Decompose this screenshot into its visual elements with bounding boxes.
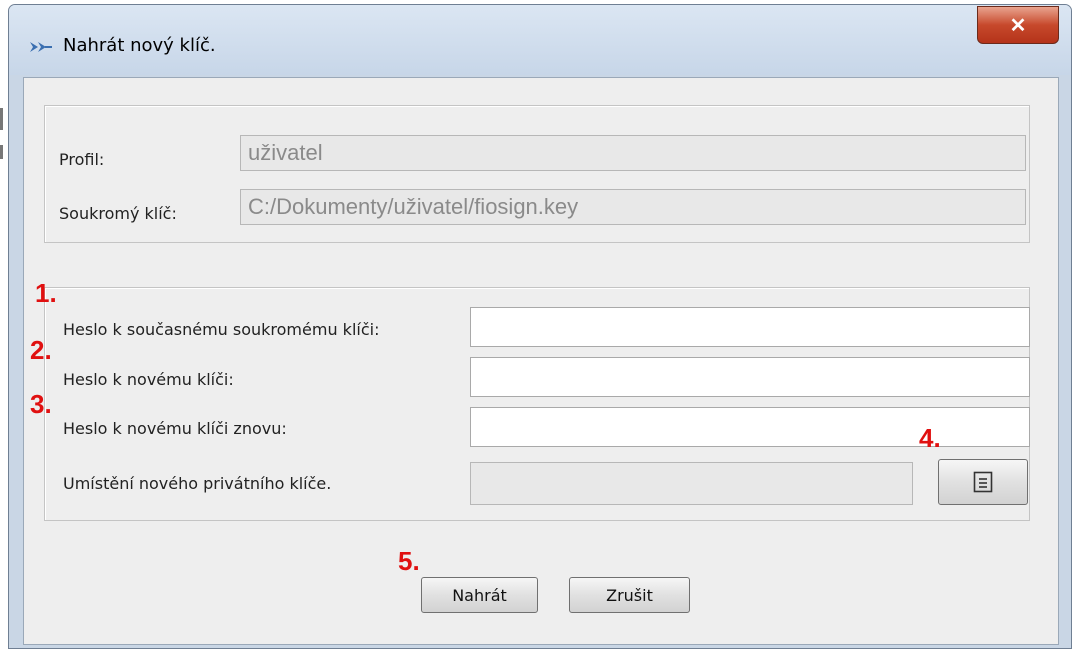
cancel-button[interactable]: Zrušit: [569, 577, 690, 613]
background-mark: [0, 145, 3, 159]
dialog-content: Profil: uživatel Soukromý klíč: C:/Dokum…: [23, 77, 1059, 645]
new-password-again-input[interactable]: [470, 407, 1030, 447]
annotation-step-5: 5.: [398, 546, 420, 576]
upload-button[interactable]: Nahrát: [421, 577, 538, 613]
current-password-label: Heslo k současnému soukromému klíči:: [63, 320, 380, 339]
file-browse-icon: [973, 471, 993, 493]
key-location-field[interactable]: [470, 462, 913, 505]
new-password-again-label: Heslo k novému klíči znovu:: [63, 419, 287, 438]
profile-group: Profil: uživatel Soukromý klíč: C:/Dokum…: [44, 105, 1030, 243]
close-button[interactable]: ✕: [977, 6, 1059, 44]
current-password-input[interactable]: [470, 307, 1030, 347]
profile-label: Profil:: [59, 150, 105, 169]
new-password-input[interactable]: [470, 357, 1030, 397]
background-mark: [0, 108, 3, 130]
profile-field: uživatel: [240, 135, 1026, 171]
close-icon: ✕: [1009, 14, 1027, 37]
annotation-step-3: 3.: [30, 389, 52, 419]
annotation-step-4: 4.: [919, 423, 941, 453]
browse-button[interactable]: [938, 459, 1028, 505]
background-strip: [0, 0, 8, 651]
annotation-step-1: 1.: [35, 278, 57, 308]
annotation-step-2: 2.: [30, 335, 52, 365]
window-title: Nahrát nový klíč.: [63, 35, 216, 56]
key-location-label: Umístění nového privátního klíče.: [63, 474, 332, 493]
title-bar[interactable]: Nahrát nový klíč.: [9, 5, 1071, 75]
app-icon: [30, 42, 52, 52]
private-key-field: C:/Dokumenty/uživatel/fiosign.key: [240, 189, 1026, 225]
private-key-label: Soukromý klíč:: [59, 204, 177, 223]
dialog-window: Nahrát nový klíč. ✕ Profil: uživatel Sou…: [8, 4, 1072, 649]
new-password-label: Heslo k novému klíči:: [63, 370, 234, 389]
password-group: Heslo k současnému soukromému klíči: Hes…: [44, 287, 1030, 521]
